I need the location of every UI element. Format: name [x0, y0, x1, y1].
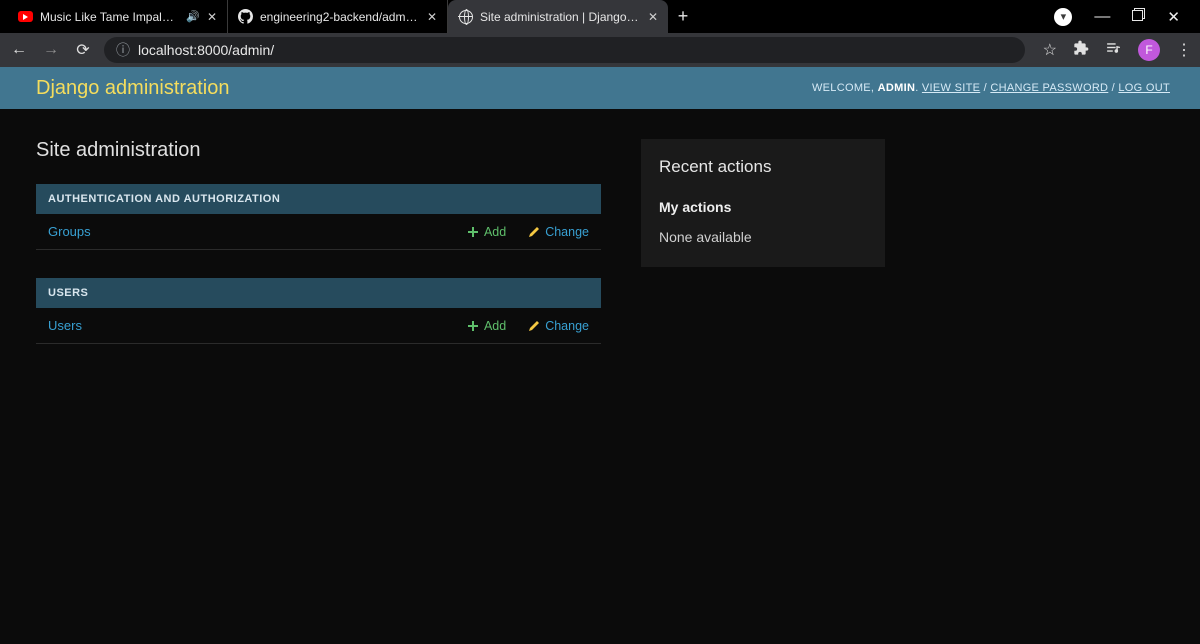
youtube-icon: [18, 9, 33, 24]
model-row: Groups Add Change: [36, 214, 601, 250]
tab-title: engineering2-backend/admin.py: [260, 10, 420, 24]
url-text: localhost:8000/admin/: [138, 42, 274, 58]
app-list: Site administration AUTHENTICATION AND A…: [36, 139, 601, 372]
new-tab-button[interactable]: +: [668, 0, 698, 33]
app-module-users: USERS Users Add Change: [36, 278, 601, 344]
extensions-icon[interactable]: [1073, 40, 1089, 61]
recent-actions-heading: Recent actions: [659, 157, 867, 177]
plus-icon: [467, 226, 479, 238]
site-info-icon[interactable]: ⓘ: [116, 40, 130, 60]
change-link[interactable]: Change: [528, 319, 589, 333]
page-title: Site administration: [36, 139, 601, 162]
audio-icon[interactable]: 🔊: [186, 10, 200, 23]
window-close-icon[interactable]: ✕: [1167, 8, 1180, 26]
address-bar[interactable]: ⓘ localhost:8000/admin/: [104, 37, 1025, 63]
close-icon[interactable]: ✕: [427, 10, 437, 24]
model-row: Users Add Change: [36, 308, 601, 344]
browser-tab[interactable]: engineering2-backend/admin.py ✕: [228, 0, 448, 33]
add-link[interactable]: Add: [467, 319, 506, 333]
model-link-users[interactable]: Users: [48, 318, 445, 333]
site-title[interactable]: Django administration: [36, 77, 229, 100]
logout-link[interactable]: LOG OUT: [1118, 82, 1170, 94]
pencil-icon: [528, 320, 540, 332]
welcome-label: WELCOME,: [812, 82, 874, 94]
bookmark-icon[interactable]: ☆: [1043, 40, 1057, 60]
user-links: WELCOME, ADMIN. VIEW SITE / CHANGE PASSW…: [812, 82, 1170, 94]
app-caption[interactable]: USERS: [36, 278, 601, 308]
github-icon: [238, 9, 253, 24]
my-actions-heading: My actions: [659, 199, 867, 215]
media-icon[interactable]: [1105, 39, 1122, 61]
profile-avatar[interactable]: F: [1138, 39, 1160, 61]
plus-icon: [467, 320, 479, 332]
window-controls: ▾ — ✕: [1054, 0, 1200, 33]
browser-tab[interactable]: Music Like Tame Impala | Vol 🔊 ✕: [8, 0, 228, 33]
app-caption[interactable]: AUTHENTICATION AND AUTHORIZATION: [36, 184, 601, 214]
account-icon[interactable]: ▾: [1054, 8, 1072, 26]
maximize-icon[interactable]: [1132, 8, 1145, 26]
view-site-link[interactable]: VIEW SITE: [922, 82, 980, 94]
back-button[interactable]: ←: [8, 41, 30, 59]
change-password-link[interactable]: CHANGE PASSWORD: [990, 82, 1108, 94]
pencil-icon: [528, 226, 540, 238]
page-content: Django administration WELCOME, ADMIN. VI…: [0, 67, 1200, 644]
browser-tabstrip: Music Like Tame Impala | Vol 🔊 ✕ enginee…: [0, 0, 1200, 33]
model-link-groups[interactable]: Groups: [48, 224, 445, 239]
tab-title: Music Like Tame Impala | Vol: [40, 10, 179, 24]
add-link[interactable]: Add: [467, 225, 506, 239]
globe-icon: [458, 9, 473, 24]
recent-actions-sidebar: Recent actions My actions None available: [641, 139, 885, 267]
reload-button[interactable]: ⟳: [72, 40, 94, 60]
username: ADMIN: [878, 82, 916, 94]
browser-tab-active[interactable]: Site administration | Django site ✕: [448, 0, 668, 33]
menu-icon[interactable]: ⋮: [1176, 40, 1192, 60]
recent-actions-empty: None available: [659, 229, 867, 245]
tab-title: Site administration | Django site: [480, 10, 641, 24]
change-link[interactable]: Change: [528, 225, 589, 239]
forward-button[interactable]: →: [40, 41, 62, 59]
app-module-auth: AUTHENTICATION AND AUTHORIZATION Groups …: [36, 184, 601, 250]
close-icon[interactable]: ✕: [207, 10, 217, 24]
django-header: Django administration WELCOME, ADMIN. VI…: [0, 67, 1200, 109]
close-icon[interactable]: ✕: [648, 10, 658, 24]
minimize-icon[interactable]: —: [1094, 8, 1110, 26]
browser-toolbar: ← → ⟳ ⓘ localhost:8000/admin/ ☆ F ⋮: [0, 33, 1200, 67]
